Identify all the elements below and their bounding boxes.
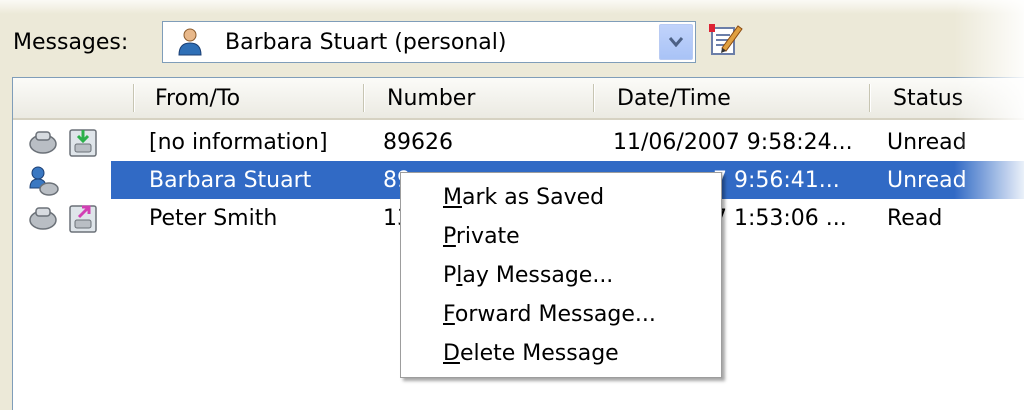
dropdown-button[interactable] xyxy=(659,24,693,60)
mailbox-value: Barbara Stuart (personal) xyxy=(225,30,507,55)
person-icon xyxy=(178,28,202,56)
dropdown-arrow-icon xyxy=(669,37,683,47)
table-row[interactable]: [no information] 89626 11/06/2007 9:58:2… xyxy=(13,123,1024,161)
messages-label: Messages: xyxy=(13,30,129,55)
from-to-cell: Barbara Stuart xyxy=(149,168,312,193)
list-header: From/To Number Date/Time Status xyxy=(13,78,1024,120)
phone-icon xyxy=(29,207,57,230)
status-cell: Unread xyxy=(887,168,967,193)
column-header-status[interactable]: Status xyxy=(893,86,963,111)
status-cell: Read xyxy=(887,206,943,231)
date-time-cell: 11/06/2007 9:58:24... xyxy=(613,130,853,155)
date-time-cell: 7 1:53:06 ... xyxy=(713,206,847,231)
user-phone-icon xyxy=(29,166,59,196)
column-separator[interactable] xyxy=(869,84,871,112)
menu-item-play-message[interactable]: Play Message... xyxy=(443,263,613,288)
column-header-date-time[interactable]: Date/Time xyxy=(617,86,731,111)
column-separator[interactable] xyxy=(593,84,595,112)
incoming-message-icon xyxy=(69,129,97,157)
from-to-cell: [no information] xyxy=(149,130,328,155)
from-to-cell: Peter Smith xyxy=(149,206,278,231)
menu-item-private[interactable]: Private xyxy=(443,224,520,249)
mailbox-combobox[interactable]: Barbara Stuart (personal) xyxy=(162,21,696,63)
window-top-edge xyxy=(0,0,1024,14)
menu-item-delete-message[interactable]: Delete Message xyxy=(443,341,619,366)
column-separator[interactable] xyxy=(133,84,135,112)
status-cell: Unread xyxy=(887,130,967,155)
column-header-number[interactable]: Number xyxy=(387,86,475,111)
menu-item-forward-message[interactable]: Forward Message... xyxy=(443,302,656,327)
context-menu: Mark as Saved Private Play Message... Fo… xyxy=(400,172,722,378)
column-separator[interactable] xyxy=(363,84,365,112)
outgoing-message-icon xyxy=(69,205,97,233)
column-header-from-to[interactable]: From/To xyxy=(155,86,240,111)
menu-item-mark-as-saved[interactable]: Mark as Saved xyxy=(443,185,604,210)
number-cell: 89626 xyxy=(383,130,453,155)
date-time-cell: 7 9:56:41... xyxy=(713,168,840,193)
phone-icon xyxy=(29,131,57,154)
edit-properties-icon[interactable] xyxy=(706,20,744,58)
